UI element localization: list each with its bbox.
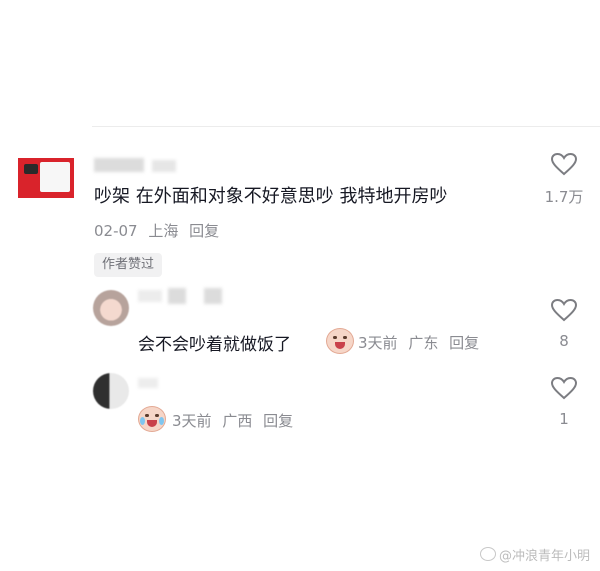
hand-over-mouth-emoji (326, 328, 354, 354)
emoji-mouth (335, 342, 345, 349)
reply-reply-button[interactable]: 回复 (263, 412, 293, 430)
comment-like-count: 1.7万 (544, 188, 584, 206)
emoji-eye (333, 336, 337, 339)
heart-outline-icon (550, 152, 578, 176)
commenter-avatar[interactable] (18, 158, 74, 198)
reply-name-blurred[interactable] (138, 378, 158, 388)
heart-outline-icon (550, 376, 578, 400)
reply-reply-button[interactable]: 回复 (449, 334, 479, 352)
comment-text: 吵架 在外面和对象不好意思吵 我特地开房吵 (94, 186, 448, 207)
crying-emoji (138, 406, 166, 432)
heart-outline-icon (550, 298, 578, 322)
reply-text: 会不会吵着就做饭了 (138, 335, 291, 355)
comment-meta: 02-07 上海 回复 (94, 220, 225, 241)
section-divider (92, 126, 600, 127)
emoji-tear (159, 417, 164, 425)
reply-time: 3天前 (172, 412, 212, 430)
reply-location: 广东 (408, 334, 439, 352)
avatar-mark (24, 164, 38, 174)
comment-date: 02-07 (94, 222, 138, 240)
reply-name-blurred-part (168, 288, 186, 304)
commenter-name-blurred-part (152, 160, 176, 172)
reply-like-button[interactable] (550, 298, 578, 322)
avatar-shape (40, 162, 70, 192)
reply-like-count: 1 (559, 410, 569, 428)
emoji-eye (155, 414, 159, 417)
reply-meta: 3天前 广东 回复 (358, 332, 485, 353)
emoji-eye (145, 414, 149, 417)
reply-name-blurred[interactable] (138, 290, 162, 302)
commenter-name-blurred[interactable] (94, 158, 144, 172)
reply-avatar[interactable] (93, 373, 129, 409)
author-liked-badge: 作者赞过 (94, 253, 163, 277)
comment-reply-button[interactable]: 回复 (189, 222, 219, 240)
comment-location: 上海 (148, 222, 179, 240)
reply-location: 广西 (222, 412, 253, 430)
emoji-tear (140, 417, 145, 425)
emoji-eye (343, 336, 347, 339)
watermark-text: @冲浪青年小明 (498, 549, 590, 564)
emoji-mouth (147, 420, 157, 427)
comment-like-button[interactable] (550, 152, 578, 176)
weibo-icon (479, 547, 496, 561)
reply-avatar[interactable] (93, 290, 129, 326)
watermark: @冲浪青年小明 (479, 545, 590, 564)
reply-time: 3天前 (358, 334, 398, 352)
reply-name-blurred-part (204, 288, 222, 304)
reply-like-count: 8 (559, 332, 569, 350)
reply-meta: 3天前 广西 回复 (172, 410, 299, 431)
reply-like-button[interactable] (550, 376, 578, 400)
